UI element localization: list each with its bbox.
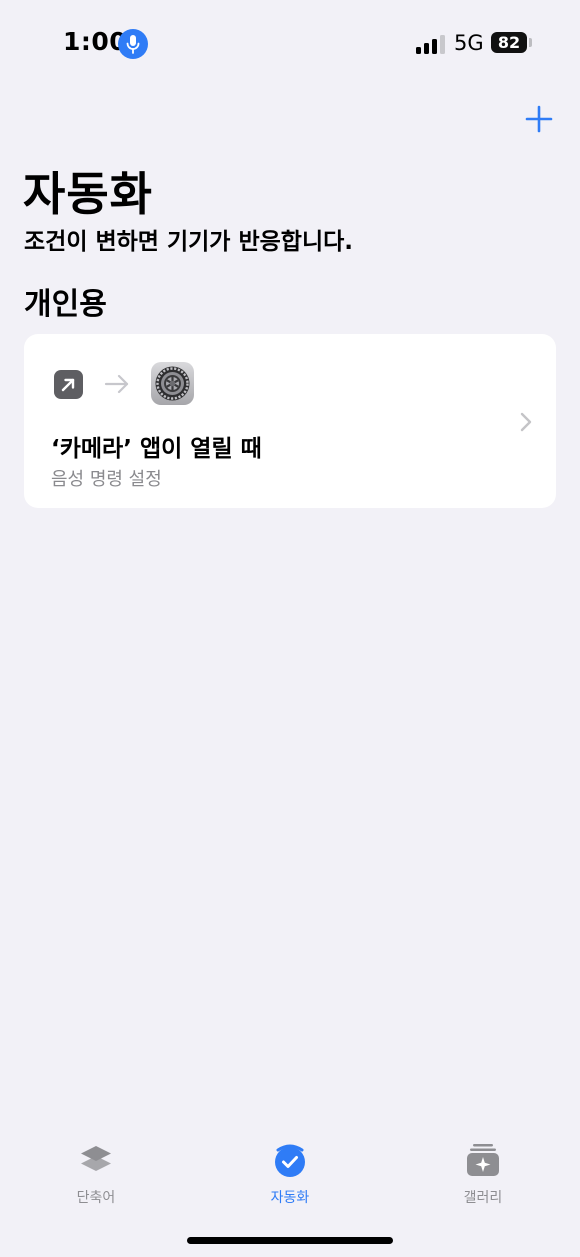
automation-subtitle: 음성 명령 설정 [51,469,162,490]
tab-label-shortcuts: 단축어 [76,1190,116,1206]
tab-label-gallery: 갤러리 [463,1190,503,1206]
automation-card[interactable]: ‘카메라’ 앱이 열릴 때 음성 명령 설정 [24,334,556,508]
automation-title: ‘카메라’ 앱이 열릴 때 [51,436,262,462]
automation-check-icon [275,1144,305,1177]
cellular-signal-icon [416,34,446,54]
microphone-icon [118,29,148,59]
tab-gallery[interactable]: 갤러리 [423,1130,543,1210]
home-indicator [187,1237,393,1244]
tab-label-automation: 자동화 [270,1190,310,1206]
page-subtitle: 조건이 변하면 기기가 반응합니다. [24,229,353,255]
gallery-sparkle-icon [467,1144,499,1176]
open-app-icon [54,370,83,399]
shortcuts-layers-icon [81,1146,111,1171]
battery-cap-icon [529,38,532,47]
chevron-right-icon [520,412,532,432]
tab-automation[interactable]: 자동화 [230,1130,350,1210]
add-automation-button[interactable] [522,102,556,136]
plus-icon [525,105,553,133]
section-title-personal: 개인용 [24,287,107,322]
network-type: 5G [454,31,484,55]
settings-app-icon [151,362,194,405]
status-bar: 1:00 5G 82 [0,0,580,90]
battery-level: 82 [491,32,527,53]
tab-shortcuts[interactable]: 단축어 [36,1130,156,1210]
arrow-right-icon [104,374,129,394]
page-title: 자동화 [23,167,153,221]
